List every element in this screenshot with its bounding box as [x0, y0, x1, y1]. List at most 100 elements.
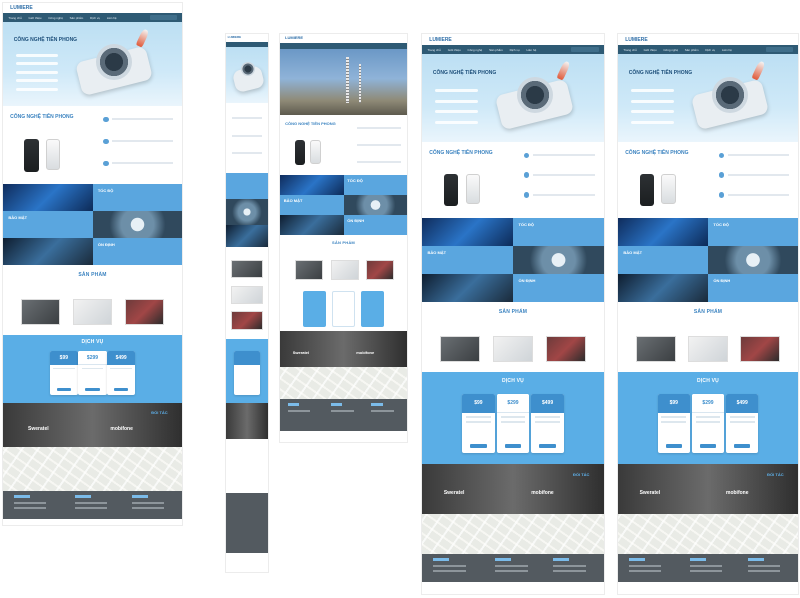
nav-item-home[interactable]: Trang chủ — [623, 48, 636, 52]
hero-bullet — [630, 120, 674, 124]
plan-button[interactable] — [734, 443, 751, 449]
search-input[interactable] — [571, 47, 599, 52]
product-thumb[interactable] — [231, 259, 263, 279]
cloud-icon — [523, 172, 530, 178]
pricing-card[interactable]: $299 — [78, 351, 107, 395]
brand-logo[interactable]: LUMIERE — [429, 37, 452, 43]
hero-bullet — [630, 99, 674, 103]
product-thumb[interactable] — [636, 335, 676, 363]
speedometer-icon — [516, 76, 554, 114]
search-input[interactable] — [149, 15, 177, 20]
map-section[interactable] — [3, 447, 182, 491]
nav-item-technology[interactable]: Công nghệ — [468, 48, 483, 52]
pricing-card[interactable] — [332, 291, 355, 327]
feature-image-network — [422, 274, 513, 302]
product-thumb[interactable] — [688, 335, 728, 363]
plan-button[interactable] — [699, 443, 717, 449]
services-section — [226, 339, 268, 403]
hero-bullet — [15, 62, 59, 66]
product-thumb[interactable] — [20, 298, 61, 326]
nav-item-services[interactable]: Dịch vụ — [90, 16, 100, 20]
device-image-dark — [443, 173, 459, 206]
nav-item-home[interactable]: Trang chủ — [8, 16, 21, 20]
plan-button[interactable] — [539, 443, 556, 449]
device-image-white — [310, 140, 321, 165]
product-thumb[interactable] — [545, 335, 586, 363]
product-thumb[interactable] — [330, 259, 359, 280]
product-thumb[interactable] — [124, 298, 165, 326]
pricing-card[interactable]: $99 — [462, 394, 495, 453]
pricing-card[interactable] — [361, 291, 385, 327]
pricing-card[interactable]: $299 — [691, 394, 725, 453]
brand-logo[interactable]: LUMIERE — [285, 35, 303, 40]
hero-bullet — [15, 87, 59, 91]
nav-item-products[interactable]: Sản phẩm — [685, 48, 699, 52]
nav-item-technology[interactable]: Công nghệ — [663, 48, 678, 52]
main-nav: Trang chủ Giới thiệu Công nghệ Sản phẩm … — [422, 45, 604, 54]
device-image-white — [465, 173, 481, 205]
nav-item-about[interactable]: Giới thiệu — [28, 16, 41, 20]
nav-item-services[interactable]: Dịch vụ — [705, 48, 715, 52]
plan-button[interactable] — [470, 443, 487, 449]
nav-item-contact[interactable]: Liên hệ — [526, 48, 536, 52]
map-section[interactable] — [618, 514, 798, 554]
products-title: SẢN PHẨM — [693, 309, 723, 315]
plan-feature — [535, 416, 561, 418]
nav-item-about[interactable]: Giới thiệu — [644, 48, 657, 52]
copyright — [280, 431, 407, 439]
map-section[interactable] — [422, 514, 604, 554]
main-nav: Trang chủ Giới thiệu Công nghệ Sản phẩm … — [618, 45, 798, 54]
services-section: DỊCH VỤ $99 $299 $499 — [618, 372, 798, 464]
pricing-card[interactable]: $499 — [106, 351, 136, 395]
plan-button[interactable] — [56, 387, 71, 392]
pricing-card[interactable] — [234, 350, 260, 396]
nav-item-contact[interactable]: Liên hệ — [107, 16, 117, 20]
pricing-card[interactable]: $99 — [49, 351, 79, 395]
wifi-icon — [523, 152, 530, 159]
hero-bullet — [434, 110, 479, 114]
product-thumb[interactable] — [440, 335, 481, 363]
speedometer-icon — [96, 43, 132, 80]
brand-logo[interactable]: LUMIERE — [10, 5, 33, 11]
tech-text-line — [232, 134, 262, 137]
product-thumb[interactable] — [72, 298, 113, 326]
brand-logo[interactable]: LUMIERE — [625, 37, 648, 43]
product-thumb[interactable] — [492, 335, 533, 363]
nav-item-services[interactable]: Dịch vụ — [510, 48, 520, 52]
tech-text-line — [112, 140, 174, 143]
nav-item-technology[interactable]: Công nghệ — [48, 16, 63, 20]
nav-item-products[interactable]: Sản phẩm — [489, 48, 503, 52]
pricing-card[interactable]: $499 — [531, 394, 564, 453]
plan-button[interactable] — [113, 387, 129, 392]
feature-image-tech — [3, 184, 93, 211]
partners-section: ĐỐI TÁC Sweratel mobifone — [422, 464, 604, 514]
nav-item-products[interactable]: Sản phẩm — [70, 16, 84, 20]
lock-image — [92, 211, 182, 238]
product-thumb[interactable] — [295, 259, 324, 280]
partners-section: ĐỐI TÁC Sweratel mobifone — [618, 464, 798, 514]
plan-feature — [535, 421, 561, 423]
search-input[interactable] — [765, 47, 793, 52]
product-thumb[interactable] — [231, 285, 263, 305]
product-thumb[interactable] — [366, 259, 395, 280]
nav-item-about[interactable]: Giới thiệu — [448, 48, 461, 52]
pricing-card[interactable]: $299 — [496, 394, 530, 453]
nav-item-home[interactable]: Trang chủ — [427, 48, 440, 52]
product-thumb[interactable] — [231, 311, 263, 330]
plan-button[interactable] — [504, 443, 522, 449]
pricing-card[interactable]: $99 — [657, 394, 690, 453]
feature-security-label: BẢO MẬT — [427, 250, 447, 256]
pricing-card[interactable]: $499 — [726, 394, 759, 453]
star-icon — [103, 160, 109, 166]
product-thumb[interactable] — [740, 335, 780, 363]
feature-stable-label: ỔN ĐỊNH — [347, 218, 365, 224]
plan-button[interactable] — [665, 443, 682, 449]
pricing-card[interactable] — [302, 291, 326, 327]
map-section[interactable] — [280, 367, 407, 399]
nav-item-contact[interactable]: Liên hệ — [722, 48, 732, 52]
technology-section: CÔNG NGHỆ TIÊN PHONG — [618, 142, 798, 218]
tech-text-line — [727, 154, 789, 157]
plan-button[interactable] — [85, 387, 100, 392]
brand-logo[interactable]: LUMIERE — [228, 35, 242, 39]
technology-section: CÔNG NGHỆ TIÊN PHONG — [280, 115, 407, 175]
